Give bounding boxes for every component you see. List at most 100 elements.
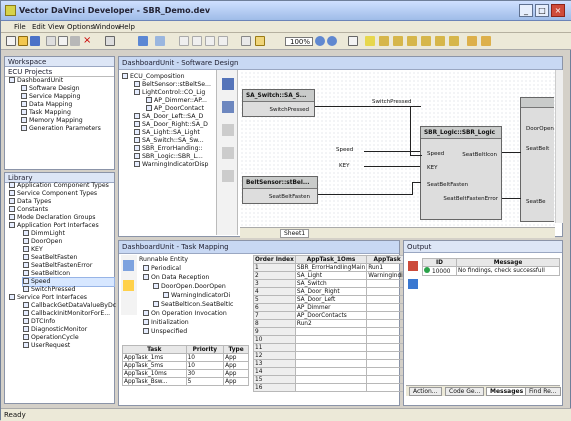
library-subitem[interactable]: CallbackInitMonitorForE... [23,310,110,318]
library-subitem[interactable]: DoorOpen [23,238,62,246]
library-item[interactable]: Data Types [9,198,51,206]
library-item[interactable]: Service Port Interfaces [9,294,87,302]
workspace-item-data-mapping[interactable]: Data Mapping [21,101,72,109]
connector-tool-icon[interactable] [379,36,389,46]
connector-tool-icon[interactable] [365,36,375,46]
workspace-item-memory-mapping[interactable]: Memory Mapping [21,117,83,125]
library-subitem[interactable]: SeatBeltFasten [23,254,77,262]
tab-action[interactable]: Action... [409,387,442,396]
order-row[interactable]: 6 AP_Dimmer [253,303,408,312]
disabled-tool-icon[interactable] [192,36,202,46]
order-row[interactable]: 12 [253,351,408,360]
disabled-tool-icon[interactable] [218,36,228,46]
composition-item[interactable]: AP_Dimmer::AP... [146,97,207,105]
workspace-item-task-mapping[interactable]: Task Mapping [21,109,71,117]
menu-window[interactable]: Window [93,23,121,31]
composition-item[interactable]: SA_Door_Right::SA_D [134,121,208,129]
lightning-icon[interactable] [123,280,134,291]
library-subitem[interactable]: SeatBeltIcon [23,270,70,278]
library-subitem[interactable]: DiagnosticMonitor [23,326,87,334]
order-row[interactable]: 1 SBR_ErrorHandlingMain Run1 [253,263,408,272]
disabled-tool-icon[interactable] [179,36,189,46]
library-subitem[interactable]: DTCInfo [23,318,55,326]
diagram-tool-icon[interactable] [348,36,358,46]
order-row[interactable]: 15 [253,375,408,384]
order-row[interactable]: 5 SA_Door_Left [253,295,408,304]
sa-switch-component[interactable]: SA_Switch::SA_S... SwitchPressed [242,89,315,117]
save-icon[interactable] [30,36,40,46]
composition-item[interactable]: SBR_Logic::SBR_L... [134,153,203,161]
belt-sensor-component[interactable]: BeltSensor::stBel... SeatBeltFasten [242,176,318,204]
menu-edit[interactable]: Edit [32,23,46,31]
port-tool-icon[interactable] [222,101,234,113]
order-row[interactable]: 16 [253,383,408,392]
menu-file[interactable]: File [14,23,26,31]
task-row[interactable]: AppTask_1ms 10 App [122,353,249,362]
runnable-category[interactable]: On Data Reception [143,274,209,282]
cut-icon[interactable] [46,36,56,46]
vertical-scrollbar[interactable] [555,70,563,223]
composition-item[interactable]: SBR_ErrorHanding:: [134,145,203,153]
menu-options[interactable]: Options [67,23,94,31]
composition-item[interactable]: WarningIndicatorDisp [134,161,208,169]
ecu-projects-tab[interactable]: ECU Projects [5,67,114,77]
order-row[interactable]: 2 SA_Light WarningIndic [253,271,408,280]
paste-icon[interactable] [70,36,80,46]
composition-root[interactable]: ECU_Composition [122,73,185,81]
zoom-input[interactable]: 100% [285,37,313,46]
task-column-header[interactable]: Task [122,345,187,354]
sbr-logic-component[interactable]: SBR_Logic::SBR_Logic Speed KEY SeatBeltF… [420,126,502,220]
order-row[interactable]: 7 AP_DoorContacts [253,311,408,320]
zoom-in-icon[interactable] [315,36,325,46]
message-row[interactable]: 10000 No findings, check successfull [422,266,560,276]
menu-help[interactable]: Help [119,23,135,31]
order-row[interactable]: 13 [253,359,408,368]
library-item[interactable]: Application Component Types [9,182,109,190]
new-file-icon[interactable] [6,36,16,46]
warning-indicator-component[interactable]: DoorOpen SeatBelt SeatBe [520,97,554,222]
composition-item[interactable]: SA_Light::SA_Light [134,129,200,137]
library-item[interactable]: Application Port Interfaces [9,222,99,230]
delete-icon[interactable]: × [83,36,93,46]
library-subitem-selected[interactable]: Speed [22,277,115,287]
type-column-header[interactable]: Type [223,345,249,354]
minimize-button[interactable]: _ [519,4,533,17]
library-subitem[interactable]: KEY [23,246,43,254]
composition-item[interactable]: AP_DoorContact [146,105,204,113]
order-index-header[interactable]: Order Index [253,255,296,264]
runnable-item[interactable]: WarningIndicatorDi [163,292,230,300]
connector-tool-icon[interactable] [481,36,491,46]
tab-find-results[interactable]: Find Re... [525,387,561,396]
apptask-header[interactable]: AppTask [366,255,408,264]
connector-tool-icon[interactable] [435,36,445,46]
composition-item[interactable]: SA_Switch::SA_Sw... [134,137,204,145]
warning-filter-icon[interactable] [408,279,418,289]
copy-icon[interactable] [58,36,68,46]
connector-tool-icon[interactable] [449,36,459,46]
library-item[interactable]: Mode Declaration Groups [9,214,96,222]
runnable-item[interactable]: SeatBeltIcon.SeatBeltIc [153,301,233,309]
tab-messages[interactable]: Messages [486,387,528,396]
order-row[interactable]: 9 [253,327,408,336]
connector-tool-icon[interactable] [407,36,417,46]
order-row[interactable]: 4 SA_Door_Right [253,287,408,296]
priority-column-header[interactable]: Priority [185,345,225,354]
library-item[interactable]: Service Component Types [9,190,97,198]
tab-code-generation[interactable]: Code Ge... [445,387,485,396]
disabled-tool-icon[interactable] [222,124,234,136]
workspace-tree-root[interactable]: DashboardUnit [9,77,63,85]
zoom-out-icon[interactable] [327,36,337,46]
close-button[interactable]: × [551,4,565,17]
software-design-canvas[interactable]: SA_Switch::SA_S... SwitchPressed BeltSen… [240,71,555,227]
runnable-category[interactable]: On Operation Invocation [143,310,227,318]
connector-tool-icon[interactable] [467,36,477,46]
library-subitem[interactable]: DimmLight [23,230,65,238]
menu-view[interactable]: View [48,23,65,31]
task-row[interactable]: AppTask_5ms 10 App [122,361,249,370]
runnable-item[interactable]: DoorOpen.DoorOpen [153,283,226,291]
library-item[interactable]: Constants [9,206,48,214]
library-subitem[interactable]: OperationCycle [23,334,79,342]
maximize-button[interactable]: □ [535,4,549,17]
workspace-item-generation-parameters[interactable]: Generation Parameters [21,125,101,133]
library-subitem[interactable]: CallbackGetDataValueByDc [23,302,116,310]
